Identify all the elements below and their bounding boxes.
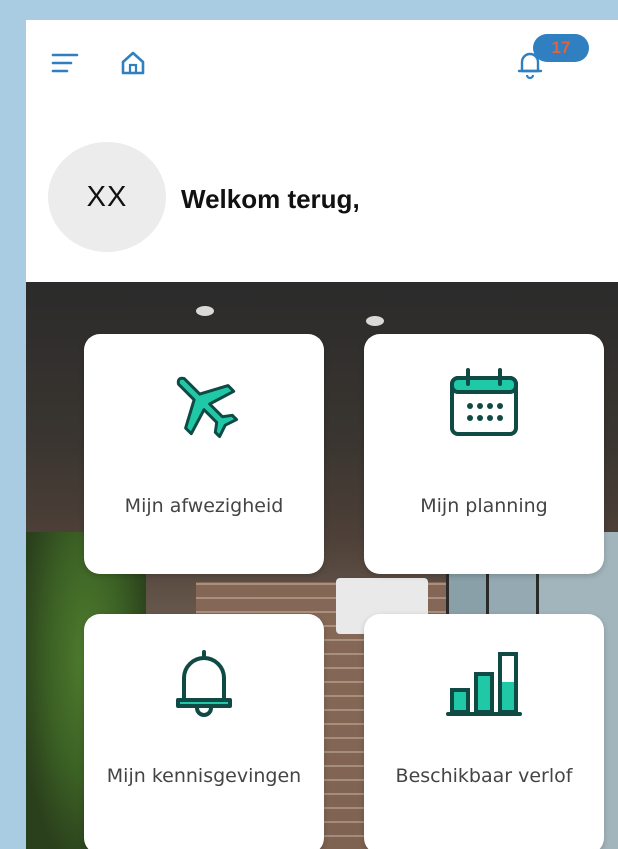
tile-label: Mijn kennisgevingen bbox=[106, 765, 302, 787]
tile-notifications[interactable]: Mijn kennisgevingen bbox=[84, 614, 324, 849]
calendar-icon bbox=[444, 364, 524, 444]
notification-count-badge: 17 bbox=[533, 34, 589, 62]
ceiling-light bbox=[196, 306, 214, 316]
avatar[interactable]: XX bbox=[48, 142, 166, 252]
tile-planning[interactable]: Mijn planning bbox=[364, 334, 604, 574]
tile-available-leave[interactable]: Beschikbaar verlof bbox=[364, 614, 604, 849]
airplane-icon bbox=[164, 364, 244, 444]
home-button[interactable] bbox=[116, 46, 150, 80]
tile-label: Beschikbaar verlof bbox=[395, 765, 573, 787]
tile-label: Mijn planning bbox=[420, 495, 548, 517]
bell-icon bbox=[164, 644, 244, 724]
app-screen: 17 XX Welkom terug, Mijn afwezigheid Mij… bbox=[26, 20, 618, 849]
home-icon bbox=[121, 51, 145, 75]
tile-label: Mijn afwezigheid bbox=[124, 495, 284, 517]
welcome-text: Welkom terug, bbox=[181, 184, 360, 214]
menu-button[interactable] bbox=[48, 46, 82, 80]
menu-icon bbox=[51, 53, 79, 73]
top-bar: 17 bbox=[26, 20, 618, 104]
bar-chart-icon bbox=[444, 644, 524, 724]
tile-absence[interactable]: Mijn afwezigheid bbox=[84, 334, 324, 574]
ceiling-light bbox=[366, 316, 384, 326]
